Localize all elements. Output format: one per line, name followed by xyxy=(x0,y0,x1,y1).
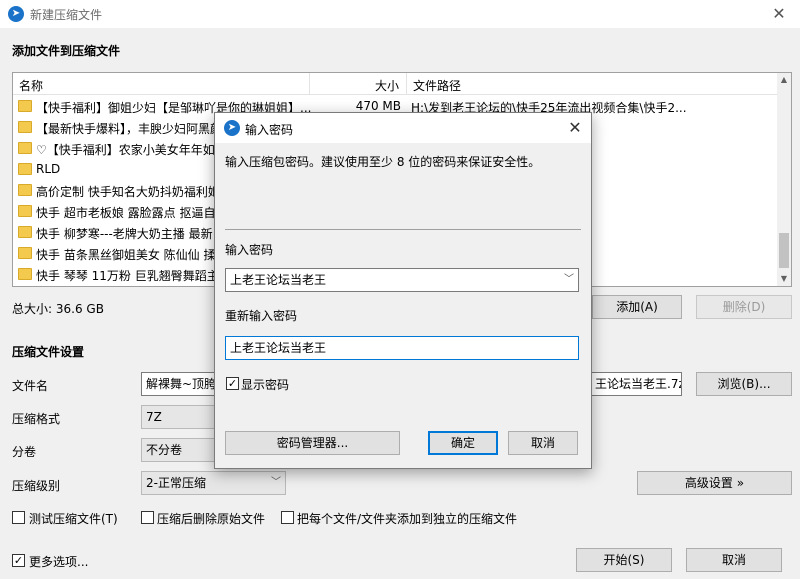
ok-button[interactable]: 确定 xyxy=(428,431,498,455)
delete-original-checkbox[interactable] xyxy=(141,511,154,524)
delete-original-label: 压缩后删除原始文件 xyxy=(157,512,266,526)
show-password-checkbox[interactable] xyxy=(226,377,239,390)
separate-archives-checkbox[interactable] xyxy=(281,511,294,524)
split-label: 分卷 xyxy=(12,445,37,459)
dialog-title: 输入密码 xyxy=(245,123,294,137)
app-logo-icon: ➤ xyxy=(8,6,24,22)
password-dialog: ➤ 输入密码 ✕ 输入压缩包密码。建议使用至少 8 位的密码来保证安全性。 输入… xyxy=(214,112,592,469)
folder-icon xyxy=(18,184,32,196)
format-label: 压缩格式 xyxy=(12,412,61,426)
file-list-header: 名称 大小 文件路径 xyxy=(13,73,779,95)
delete-button[interactable]: 删除(D) xyxy=(696,295,792,319)
close-icon[interactable]: ✕ xyxy=(758,0,800,28)
window-title: 新建压缩文件 xyxy=(30,8,103,22)
filename-input-tail[interactable]: 王论坛当老王.7z xyxy=(590,372,682,396)
add-button[interactable]: 添加(A) xyxy=(592,295,682,319)
divider xyxy=(225,229,581,230)
file-size: 470 MB xyxy=(355,99,401,113)
folder-icon xyxy=(18,121,32,133)
folder-icon xyxy=(18,205,32,217)
password-label: 输入密码 xyxy=(225,243,274,257)
more-options-checkbox[interactable] xyxy=(12,554,25,567)
level-label: 压缩级别 xyxy=(12,479,61,493)
browse-button[interactable]: 浏览(B)... xyxy=(696,372,792,396)
cancel-button[interactable]: 取消 xyxy=(686,548,782,572)
reenter-password-input[interactable]: 上老王论坛当老王 xyxy=(225,336,579,360)
settings-heading: 压缩文件设置 xyxy=(12,345,85,359)
level-select[interactable]: 2-正常压缩 ﹀ xyxy=(141,471,286,495)
dialog-cancel-button[interactable]: 取消 xyxy=(508,431,578,455)
password-manager-button[interactable]: 密码管理器... xyxy=(225,431,400,455)
format-select[interactable]: 7Z xyxy=(141,405,216,429)
column-header-size[interactable]: 大小 xyxy=(375,77,399,94)
title-bar: ➤ 新建压缩文件 ✕ xyxy=(0,0,800,28)
separate-archives-label: 把每个文件/文件夹添加到独立的压缩文件 xyxy=(297,512,518,526)
folder-icon xyxy=(18,142,32,154)
password-input[interactable]: 上老王论坛当老王 ﹀ xyxy=(225,268,579,292)
close-icon[interactable]: ✕ xyxy=(563,117,587,139)
test-archive-checkbox[interactable] xyxy=(12,511,25,524)
chevron-down-icon: ﹀ xyxy=(271,477,281,488)
folder-icon xyxy=(18,226,32,238)
vertical-scrollbar[interactable]: ▲ ▼ xyxy=(777,73,791,286)
scroll-up-icon[interactable]: ▲ xyxy=(777,73,791,87)
filename-input[interactable]: 解裸舞~顶胯抖 xyxy=(141,372,216,396)
folder-icon xyxy=(18,268,32,280)
folder-icon xyxy=(18,163,32,175)
start-button[interactable]: 开始(S) xyxy=(576,548,672,572)
more-options-label: 更多选项... xyxy=(29,555,89,569)
column-header-path[interactable]: 文件路径 xyxy=(413,77,461,94)
test-archive-label: 测试压缩文件(T) xyxy=(29,512,118,526)
split-select[interactable]: 不分卷 xyxy=(141,438,216,462)
dialog-description: 输入压缩包密码。建议使用至少 8 位的密码来保证安全性。 xyxy=(225,155,541,169)
folder-icon xyxy=(18,100,32,112)
show-password-label: 显示密码 xyxy=(241,378,290,392)
app-logo-icon: ➤ xyxy=(224,120,240,136)
total-size: 总大小: 36.6 GB xyxy=(12,302,104,316)
folder-icon xyxy=(18,247,32,259)
advanced-settings-button[interactable]: 高级设置 » xyxy=(637,471,792,495)
filename-label: 文件名 xyxy=(12,379,49,393)
scrollbar-thumb[interactable] xyxy=(779,233,789,268)
chevron-down-icon[interactable]: ﹀ xyxy=(564,269,574,291)
reenter-password-label: 重新输入密码 xyxy=(225,309,298,323)
scroll-down-icon[interactable]: ▼ xyxy=(777,272,791,286)
column-header-name[interactable]: 名称 xyxy=(19,77,43,94)
add-files-heading: 添加文件到压缩文件 xyxy=(12,44,121,58)
dialog-title-bar: ➤ 输入密码 ✕ xyxy=(215,113,591,143)
